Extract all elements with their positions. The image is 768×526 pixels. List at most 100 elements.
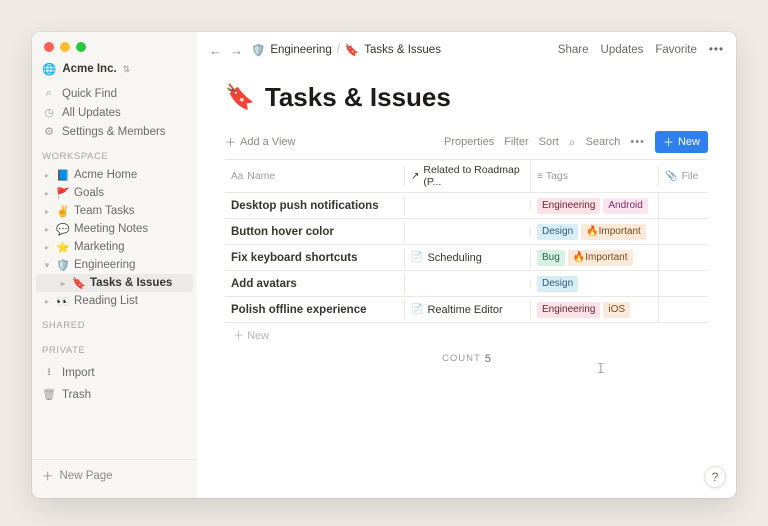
tag-engineering[interactable]: Engineering xyxy=(537,302,600,318)
new-page-button[interactable]: ＋ New Page xyxy=(32,459,197,492)
tag-android[interactable]: Android xyxy=(603,198,647,214)
triangle-right-icon[interactable]: ▸ xyxy=(42,189,52,198)
nav-forward-button[interactable]: → xyxy=(230,43,243,58)
new-row-button[interactable]: ＋ New xyxy=(655,131,708,153)
tag-ios[interactable]: iOS xyxy=(603,302,630,318)
table-row[interactable]: Polish offline experience📄Realtime Edito… xyxy=(225,297,708,323)
minimize-window-icon[interactable] xyxy=(60,42,70,52)
import[interactable]: ⭳ Import xyxy=(32,360,197,385)
filter-button[interactable]: Filter xyxy=(504,136,528,148)
cell-name[interactable]: Button hover color xyxy=(225,222,405,242)
breadcrumb: 🛡️ Engineering / 🔖 Tasks & Issues xyxy=(251,43,441,57)
cell-name[interactable]: Desktop push notifications xyxy=(225,196,405,216)
page-title-icon[interactable]: 🔖 xyxy=(225,83,255,112)
view-more-button[interactable]: ••• xyxy=(630,136,645,148)
cell-name[interactable]: Fix keyboard shortcuts xyxy=(225,248,405,268)
sidebar-item-meeting-notes[interactable]: ▸💬Meeting Notes xyxy=(32,220,197,238)
fullscreen-window-icon[interactable] xyxy=(76,42,86,52)
sidebar: 🌐 Acme Inc. ⇅ ⌕ Quick Find ◷ All Updates… xyxy=(32,32,197,498)
triangle-right-icon[interactable]: ▸ xyxy=(42,171,52,180)
search-button[interactable]: Search xyxy=(586,136,621,148)
settings-label: Settings & Members xyxy=(62,126,166,138)
new-row-label: New xyxy=(678,136,700,148)
cell-file[interactable] xyxy=(659,228,703,236)
add-row-button[interactable]: ＋ New xyxy=(225,323,708,347)
cell-tags[interactable]: Design xyxy=(531,272,659,296)
tag-bug[interactable]: Bug xyxy=(537,250,565,266)
sidebar-item-goals[interactable]: ▸🚩Goals xyxy=(32,184,197,202)
properties-button[interactable]: Properties xyxy=(444,136,494,148)
page-content: 🔖 Tasks & Issues ＋ Add a View Properties… xyxy=(197,68,736,498)
table-row[interactable]: Fix keyboard shortcuts📄SchedulingBug🔥Imp… xyxy=(225,245,708,271)
page-emoji-icon: 🚩 xyxy=(56,187,70,200)
crumb-child[interactable]: Tasks & Issues xyxy=(364,44,441,56)
all-updates[interactable]: ◷ All Updates xyxy=(32,103,197,122)
sidebar-item-tasks-issues[interactable]: ▸🔖Tasks & Issues xyxy=(36,274,193,292)
clock-icon: ◷ xyxy=(42,106,56,119)
settings-members[interactable]: ⚙ Settings & Members xyxy=(32,122,197,141)
cell-tags[interactable]: EngineeringiOS xyxy=(531,298,659,322)
help-button[interactable]: ? xyxy=(704,466,726,488)
trash[interactable]: 🗑 Trash xyxy=(32,385,197,404)
cell-tags[interactable]: Bug🔥Important xyxy=(531,246,659,270)
tag-engineering[interactable]: Engineering xyxy=(537,198,600,214)
page-icon: 📄 xyxy=(411,304,423,315)
close-window-icon[interactable] xyxy=(44,42,54,52)
globe-icon: 🌐 xyxy=(42,62,56,76)
triangle-down-icon[interactable]: ▼ xyxy=(42,261,52,270)
page-emoji-icon: 🛡️ xyxy=(56,259,70,272)
sidebar-item-acme-home[interactable]: ▸📘Acme Home xyxy=(32,166,197,184)
col-related[interactable]: ↗ Related to Roadmap (P... xyxy=(405,160,531,192)
trash-label: Trash xyxy=(62,389,91,401)
new-page-label: New Page xyxy=(60,470,113,482)
cell-name[interactable]: Add avatars xyxy=(225,274,405,294)
page-tree: ▸📘Acme Home▸🚩Goals▸✌️Team Tasks▸💬Meeting… xyxy=(32,166,197,310)
cell-related[interactable] xyxy=(405,280,531,288)
nav-back-button[interactable]: ← xyxy=(209,43,222,58)
table-row[interactable]: Desktop push notifications EngineeringAnd… xyxy=(225,193,708,219)
cell-related[interactable]: 📄Realtime Editor xyxy=(405,300,531,320)
triangle-right-icon[interactable]: ▸ xyxy=(42,225,52,234)
sidebar-item-marketing[interactable]: ▸⭐Marketing xyxy=(32,238,197,256)
relation-label: Scheduling xyxy=(427,252,481,264)
cell-related[interactable] xyxy=(405,202,531,210)
more-menu-button[interactable]: ••• xyxy=(709,44,724,56)
sidebar-item-engineering[interactable]: ▼🛡️Engineering xyxy=(32,256,197,274)
triangle-right-icon[interactable]: ▸ xyxy=(42,297,52,306)
favorite-button[interactable]: Favorite xyxy=(655,44,697,56)
cell-related[interactable]: 📄Scheduling xyxy=(405,248,531,268)
triangle-right-icon[interactable]: ▸ xyxy=(42,243,52,252)
cell-file[interactable] xyxy=(659,280,703,288)
workspace-switcher[interactable]: 🌐 Acme Inc. ⇅ xyxy=(32,60,197,84)
tag-design[interactable]: Design xyxy=(537,276,578,292)
col-name[interactable]: Aa Name xyxy=(225,166,405,186)
triangle-right-icon[interactable]: ▸ xyxy=(58,279,68,288)
add-view-button[interactable]: ＋ Add a View xyxy=(225,134,295,150)
cell-file[interactable] xyxy=(659,202,703,210)
tag-important[interactable]: 🔥Important xyxy=(581,224,646,240)
quick-find[interactable]: ⌕ Quick Find xyxy=(32,84,197,103)
cell-related[interactable] xyxy=(405,228,531,236)
triangle-right-icon[interactable]: ▸ xyxy=(42,207,52,216)
tag-design[interactable]: Design xyxy=(537,224,578,240)
tag-important[interactable]: 🔥Important xyxy=(568,250,633,266)
share-button[interactable]: Share xyxy=(558,44,589,56)
section-private: PRIVATE xyxy=(32,335,197,360)
page-title[interactable]: Tasks & Issues xyxy=(265,82,451,113)
sidebar-item-team-tasks[interactable]: ▸✌️Team Tasks xyxy=(32,202,197,220)
cell-file[interactable] xyxy=(659,306,703,314)
sort-button[interactable]: Sort xyxy=(539,136,559,148)
col-tags[interactable]: ≡ Tags xyxy=(531,166,659,186)
search-icon[interactable] xyxy=(569,135,576,150)
col-file[interactable]: 📎 File xyxy=(659,166,704,186)
sidebar-item-reading-list[interactable]: ▸👀Reading List xyxy=(32,292,197,310)
cell-name[interactable]: Polish offline experience xyxy=(225,300,405,320)
cell-file[interactable] xyxy=(659,254,703,262)
updates-button[interactable]: Updates xyxy=(601,44,644,56)
crumb-separator: / xyxy=(337,44,340,56)
cell-tags[interactable]: Design🔥Important xyxy=(531,220,659,244)
cell-tags[interactable]: EngineeringAndroid xyxy=(531,194,659,218)
table-row[interactable]: Add avatars Design xyxy=(225,271,708,297)
crumb-parent[interactable]: Engineering xyxy=(270,44,331,56)
table-row[interactable]: Button hover color Design🔥Important xyxy=(225,219,708,245)
